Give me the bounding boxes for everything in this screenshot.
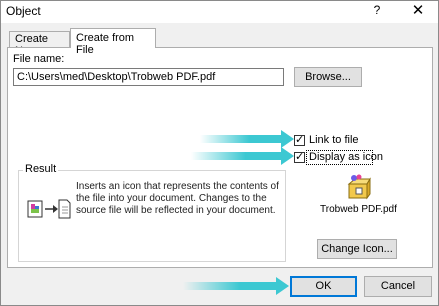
checkmark-icon: ✓ (295, 134, 305, 146)
result-group: Result Inserts an icon that represents t… (18, 163, 286, 262)
change-icon-button[interactable]: Change Icon... (317, 239, 397, 259)
browse-button[interactable]: Browse... (294, 67, 362, 87)
tab-create-from-file[interactable]: Create from File (70, 28, 156, 56)
annotation-arrow (200, 130, 294, 148)
annotation-arrow (191, 147, 294, 165)
insert-as-icon-diagram-icon (27, 199, 71, 219)
checkmark-icon: ✓ (295, 151, 305, 163)
cancel-button[interactable]: Cancel (364, 276, 432, 297)
result-legend: Result (23, 163, 59, 175)
window-title: Object (6, 4, 41, 18)
icon-caption: Trobweb PDF.pdf (320, 204, 397, 215)
display-as-icon-checkbox[interactable]: ✓ (294, 151, 305, 163)
close-button[interactable]: ✕ (403, 1, 433, 23)
package-icon[interactable] (346, 174, 372, 200)
tab-create-new[interactable]: Create New (9, 31, 70, 57)
link-to-file-label: Link to file (309, 134, 359, 146)
link-to-file-checkbox[interactable]: ✓ (294, 134, 305, 146)
help-button[interactable]: ? (367, 3, 387, 21)
file-name-label: File name: (13, 53, 65, 65)
object-dialog: Object ? ✕ Create New Create from File F… (0, 0, 439, 306)
result-description: Inserts an icon that represents the cont… (76, 181, 279, 216)
ok-button[interactable]: OK (290, 276, 357, 297)
title-bar: Object ? ✕ (1, 1, 438, 23)
file-name-input[interactable]: C:\Users\med\Desktop\Trobweb PDF.pdf (13, 68, 284, 86)
display-as-icon-label: Display as icon (309, 151, 383, 163)
annotation-arrow (183, 277, 289, 295)
